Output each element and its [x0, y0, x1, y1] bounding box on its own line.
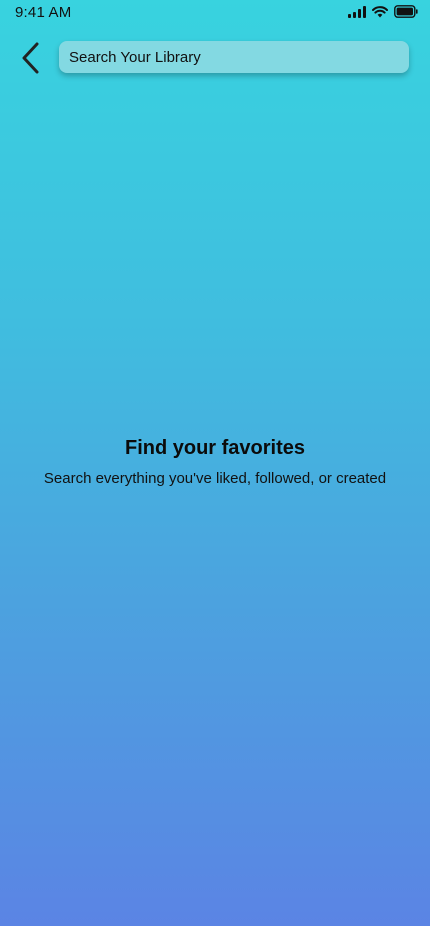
search-input[interactable]: [69, 48, 399, 66]
library-search-screen: 9:41 AM Search Your Library Find your fa…: [0, 0, 430, 926]
status-icons: [348, 5, 418, 18]
empty-state-title: Find your favorites: [124, 437, 306, 459]
status-bar: 9:41 AM: [0, 0, 430, 26]
signal-icon: [348, 5, 366, 18]
search-bar[interactable]: [59, 41, 409, 73]
status-time: 9:41 AM: [15, 4, 72, 21]
chevron-left-icon: [22, 42, 39, 74]
empty-state-subtitle: Search everything you've liked, followed…: [43, 470, 387, 487]
battery-icon: [394, 5, 418, 18]
wifi-icon: [372, 5, 388, 18]
back-button[interactable]: [14, 40, 46, 76]
empty-state: Find your favorites Search everything yo…: [0, 436, 430, 488]
